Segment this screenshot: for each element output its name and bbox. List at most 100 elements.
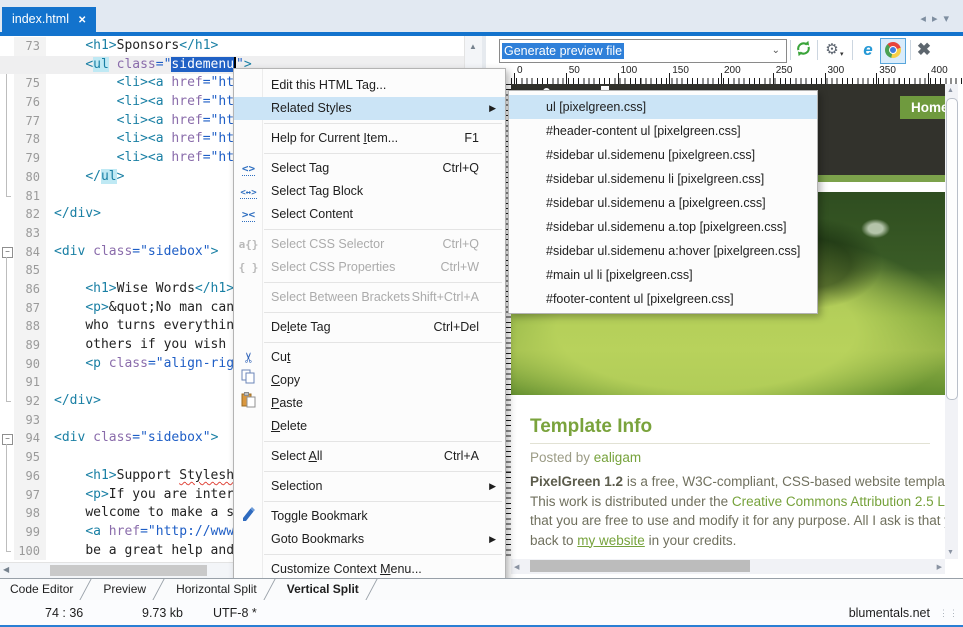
submenu-item[interactable]: #sidebar ul.sidemenu a:hover [pixelgreen… xyxy=(509,239,817,263)
submenu-item[interactable]: ul [pixelgreen.css] xyxy=(509,95,817,119)
copy-icon xyxy=(237,369,260,392)
menu-item-copy[interactable]: Copy xyxy=(234,369,505,392)
cursor-position: 74 : 36 xyxy=(45,606,83,620)
page-link[interactable]: Creative Commons Attribution 2.5 License… xyxy=(732,494,945,509)
internet-explorer-button[interactable]: e xyxy=(858,40,878,60)
tab-scroll-right-icon[interactable]: ▸ xyxy=(932,13,944,25)
chrome-button-selected[interactable] xyxy=(880,38,906,64)
refresh-icon xyxy=(795,40,812,57)
ruler-major-tick xyxy=(669,73,670,84)
selected-text: sidemenu xyxy=(171,57,234,72)
code-token: <div xyxy=(54,430,85,445)
view-tab-label: Vertical Split xyxy=(287,582,359,596)
close-preview-button[interactable]: ✖ xyxy=(914,40,934,60)
menu-item-edit-this-html-tag[interactable]: Edit this HTML Tag... xyxy=(234,74,505,97)
page-text[interactable]: PixelGreen 1.2 xyxy=(530,474,623,489)
tab-list-dropdown-icon[interactable]: ▾ xyxy=(943,13,955,25)
code-token: ul xyxy=(101,169,117,184)
menu-item-select-all[interactable]: Select AllCtrl+A xyxy=(234,445,505,468)
view-tab-preview[interactable]: Preview xyxy=(93,579,150,600)
menu-item-label: Select Between Brackets xyxy=(271,286,410,309)
ruler-label: 50 xyxy=(569,65,580,76)
menu-item-delete-tag[interactable]: Delete TagCtrl+Del xyxy=(234,316,505,339)
preview-horizontal-scrollbar[interactable]: ◀ ▶ xyxy=(511,559,945,574)
menu-item-toggle-bookmark[interactable]: Toggle Bookmark xyxy=(234,505,505,528)
code-token: <p xyxy=(85,356,101,371)
code-token: If you are inter xyxy=(109,487,234,502)
tab-scroll-left-icon[interactable]: ◂ xyxy=(920,13,932,25)
code-line-73[interactable]: <h1>Sponsors</h1> xyxy=(0,37,464,56)
preview-file-combobox[interactable]: Generate preview file ⌄ xyxy=(499,39,787,63)
code-token: </ xyxy=(85,169,101,184)
preview-settings-button[interactable]: ⚙ ▾ xyxy=(822,40,842,60)
preview-vertical-scrollbar[interactable]: ▲ ▼ xyxy=(945,84,958,559)
indent xyxy=(54,281,85,296)
tab-index-html[interactable]: index.html✕ xyxy=(2,7,96,32)
menu-item-paste[interactable]: Paste xyxy=(234,392,505,415)
refresh-button[interactable] xyxy=(793,40,813,60)
submenu-item[interactable]: #sidebar ul.sidemenu a.top [pixelgreen.c… xyxy=(509,215,817,239)
submenu-item[interactable]: #header-content ul [pixelgreen.css] xyxy=(509,119,817,143)
scrollbar-thumb[interactable] xyxy=(530,560,750,572)
submenu-item[interactable]: #sidebar ul.sidemenu [pixelgreen.css] xyxy=(509,143,817,167)
scrollbar-thumb[interactable] xyxy=(946,98,958,400)
ruler-label: 350 xyxy=(879,65,896,76)
scroll-up-icon[interactable]: ▲ xyxy=(947,87,954,94)
code-token: class xyxy=(93,244,132,259)
scroll-right-icon[interactable]: ▶ xyxy=(937,563,942,571)
select-tag-block-icon: <↔> xyxy=(237,180,260,203)
view-tab-horizontal-split[interactable]: Horizontal Split xyxy=(166,579,261,600)
view-tab-code-editor[interactable]: Code Editor xyxy=(0,579,77,600)
status-bar: 74 : 36 9.73 kb UTF-8 * blumentals.net ⋮… xyxy=(0,600,963,627)
combobox-dropdown-icon[interactable]: ⌄ xyxy=(772,40,780,62)
code-token: <li><a xyxy=(117,94,164,109)
brand-link[interactable]: blumentals.net xyxy=(849,606,930,620)
resize-grip[interactable]: ⋮⋮ xyxy=(939,608,959,619)
gear-dropdown-icon[interactable]: ▾ xyxy=(840,50,844,58)
menu-item-related-styles[interactable]: Related Styles▶ xyxy=(234,97,505,120)
menu-item-delete[interactable]: Delete xyxy=(234,415,505,438)
menu-item-cut[interactable]: ✂Cut xyxy=(234,346,505,369)
template-info-title: Template Info xyxy=(530,416,652,438)
paste-icon xyxy=(237,392,260,415)
scroll-left-icon[interactable]: ◀ xyxy=(3,565,9,574)
code-token xyxy=(101,356,109,371)
ruler-major-tick xyxy=(773,73,774,84)
page-text: Posted by xyxy=(530,450,594,465)
menu-item-label: Select All xyxy=(271,445,322,468)
page-home-button[interactable]: Home xyxy=(900,96,945,119)
view-tab-vertical-split[interactable]: Vertical Split xyxy=(277,579,363,600)
page-link[interactable]: ealigam xyxy=(594,450,641,465)
page-text: in your credits. xyxy=(645,533,737,548)
toolbar-separator xyxy=(852,40,853,60)
indent xyxy=(54,38,85,53)
submenu-item[interactable]: #sidebar ul.sidemenu a [pixelgreen.css] xyxy=(509,191,817,215)
submenu-item[interactable]: #footer-content ul [pixelgreen.css] xyxy=(509,287,817,311)
code-token: ="ht xyxy=(203,94,234,109)
submenu-arrow-icon: ▶ xyxy=(489,97,496,120)
page-text: that you are free to use and modify it f… xyxy=(530,513,945,528)
menu-item-select-tag[interactable]: <>Select TagCtrl+Q xyxy=(234,157,505,180)
scroll-down-icon[interactable]: ▼ xyxy=(947,549,954,556)
page-link[interactable]: my website xyxy=(577,533,645,548)
submenu-item[interactable]: #main ul li [pixelgreen.css] xyxy=(509,263,817,287)
menu-item-select-content[interactable]: ><Select Content xyxy=(234,203,505,226)
scroll-left-icon[interactable]: ◀ xyxy=(514,563,519,571)
document-tab-bar: index.html✕ ◂▸▾ xyxy=(0,0,963,32)
menu-item-label: Select Tag Block xyxy=(271,180,363,203)
internet-explorer-icon: e xyxy=(863,40,872,59)
tab-scroll-arrows[interactable]: ◂▸▾ xyxy=(920,12,955,25)
scrollbar-thumb[interactable] xyxy=(50,565,207,576)
menu-item-help-for-current-item[interactable]: Help for Current Item...F1 xyxy=(234,127,505,150)
scroll-up-icon[interactable]: ▲ xyxy=(469,42,477,51)
code-token: <li><a xyxy=(117,75,164,90)
submenu-item[interactable]: #sidebar ul.sidemenu li [pixelgreen.css] xyxy=(509,167,817,191)
menu-separator xyxy=(234,150,505,157)
indent xyxy=(54,57,85,72)
menu-item-select-tag-block[interactable]: <↔> Select Tag Block xyxy=(234,180,505,203)
menu-item-goto-bookmarks[interactable]: Goto Bookmarks▶ xyxy=(234,528,505,551)
tab-close-icon[interactable]: ✕ xyxy=(78,15,86,26)
menu-item-selection[interactable]: Selection▶ xyxy=(234,475,505,498)
code-token: <h1> xyxy=(85,468,116,483)
code-token xyxy=(85,244,93,259)
